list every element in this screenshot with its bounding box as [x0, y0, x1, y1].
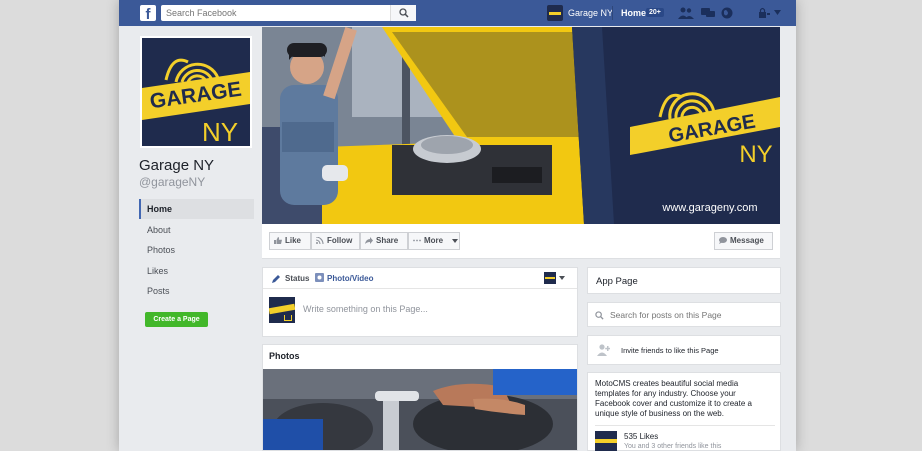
about-divider [595, 425, 775, 426]
message-bubble-icon [719, 237, 727, 244]
page-search-icon [595, 311, 604, 320]
page-posts-search-input[interactable] [610, 308, 770, 322]
more-label: More [424, 236, 444, 245]
facebook-logo-icon[interactable]: f [140, 5, 156, 21]
cover-website-url: www.garageny.com [661, 202, 757, 214]
add-friend-icon [597, 344, 610, 356]
more-button[interactable]: More [408, 232, 460, 250]
topbar-divider [612, 6, 613, 20]
privacy-lock-icon[interactable] [758, 7, 770, 19]
topbar-home-link[interactable]: Home [621, 8, 646, 18]
follow-label: Follow [327, 236, 353, 245]
search-icon [399, 8, 409, 18]
search-input[interactable] [161, 5, 386, 21]
sidebar-item-photos[interactable]: Photos [139, 240, 254, 260]
page-avatar-small[interactable] [547, 5, 563, 21]
like-label: Like [285, 236, 302, 245]
topbar-profile-name[interactable]: Garage NY [568, 8, 613, 18]
posting-as-dropdown-icon [559, 276, 565, 280]
logo-ny-text: NY [202, 117, 238, 146]
sidebar-item-posts[interactable]: Posts [139, 281, 254, 301]
top-navigation-bar: f Garage NY Home 20+ [119, 0, 796, 26]
profile-picture[interactable]: GARAGE NY [140, 36, 252, 148]
notifications-globe-icon[interactable] [721, 7, 733, 19]
account-dropdown-icon[interactable] [774, 10, 781, 15]
photos-section: Photos [262, 344, 578, 451]
tab-status[interactable]: Status [285, 274, 309, 283]
thumbs-up-icon [274, 237, 282, 244]
page-navigation: Home About Photos Likes Posts [139, 199, 254, 302]
composer-input[interactable]: Write something on this Page... [303, 304, 428, 314]
engine-repair-photo [263, 369, 577, 450]
composer-avatar [269, 297, 295, 323]
page-title[interactable]: Garage NY [139, 157, 214, 174]
cover-brand-ny: NY [739, 141, 772, 168]
message-label: Message [730, 236, 764, 245]
garage-ny-logo: GARAGE NY [142, 38, 250, 146]
more-dots-icon [413, 239, 421, 242]
facebook-page-mockup: f Garage NY Home 20+ GARAGE [119, 0, 796, 451]
likes-count[interactable]: 535 Likes [624, 432, 658, 441]
home-count-badge: 20+ [646, 8, 664, 17]
posting-as-selector[interactable] [544, 272, 572, 284]
sidebar-item-likes[interactable]: Likes [139, 261, 254, 281]
likes-avatar [595, 431, 617, 451]
search-button[interactable] [390, 5, 416, 21]
follow-button[interactable]: Follow [311, 232, 360, 250]
sidebar-item-home[interactable]: Home [139, 199, 254, 219]
sidebar-item-about[interactable]: About [139, 220, 254, 240]
rss-follow-icon [316, 237, 324, 244]
invite-friends-panel[interactable]: Invite friends to like this Page [587, 335, 781, 365]
invite-friends-link[interactable]: Invite friends to like this Page [621, 346, 719, 355]
page-action-bar: Like Follow Share More Message [262, 224, 780, 259]
page-username[interactable]: @garageNY [139, 175, 205, 189]
more-dropdown-icon [452, 239, 458, 243]
app-page-panel: App Page [587, 267, 781, 294]
message-button[interactable]: Message [714, 232, 773, 250]
tab-photo-video[interactable]: Photo/Video [327, 274, 374, 283]
search-box [161, 5, 416, 21]
create-page-button[interactable]: Create a Page [145, 312, 208, 327]
composer-divider [263, 288, 577, 289]
cover-photo[interactable]: GARAGE NY www.garageny.com [262, 27, 780, 224]
page-search-panel [587, 302, 781, 327]
cover-image: GARAGE NY www.garageny.com [262, 27, 780, 224]
friend-requests-icon[interactable] [678, 7, 694, 19]
left-column: GARAGE NY Garage NY @garageNY Home About… [119, 26, 262, 451]
photo-icon [315, 273, 324, 282]
photo-thumbnail[interactable] [263, 369, 577, 450]
likes-friends-text: You and 3 other friends like this [624, 443, 722, 450]
post-composer: Status Photo/Video Write something on th… [262, 267, 578, 337]
messages-icon[interactable] [701, 7, 715, 19]
photos-heading[interactable]: Photos [269, 351, 300, 361]
share-label: Share [376, 236, 399, 245]
about-panel: MotoCMS creates beautiful social media t… [587, 372, 781, 451]
share-arrow-icon [365, 237, 373, 244]
app-page-label[interactable]: App Page [596, 276, 638, 287]
share-button[interactable]: Share [360, 232, 408, 250]
like-button[interactable]: Like [269, 232, 311, 250]
about-description: MotoCMS creates beautiful social media t… [595, 379, 752, 418]
pencil-icon [272, 275, 280, 283]
